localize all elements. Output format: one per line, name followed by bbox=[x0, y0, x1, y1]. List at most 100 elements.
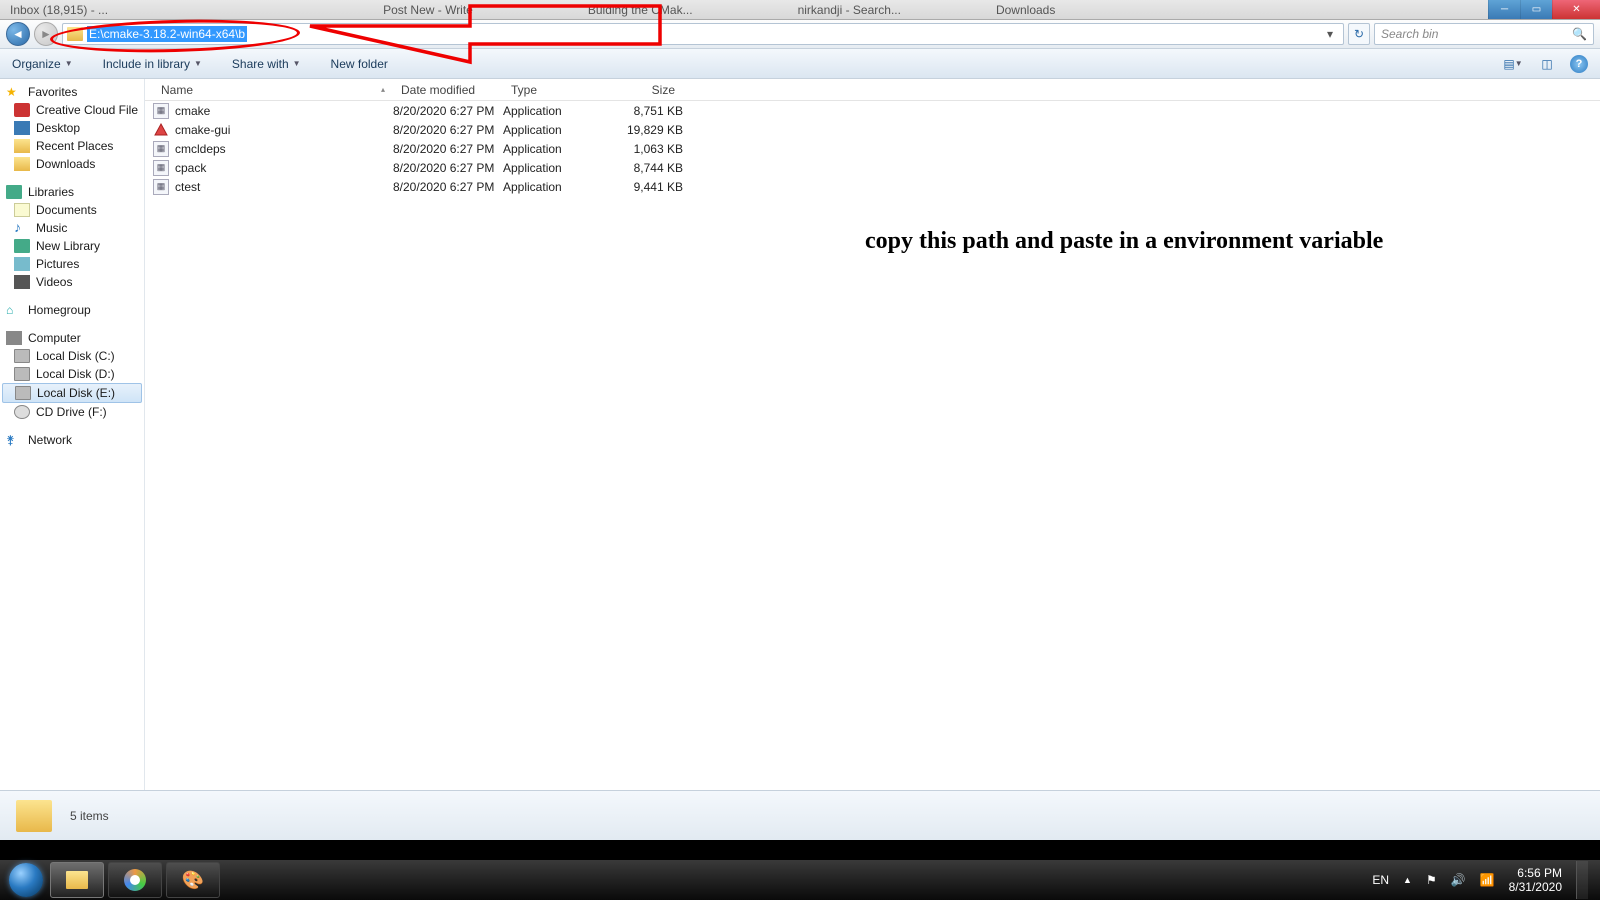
taskbar-chrome[interactable] bbox=[108, 862, 162, 898]
sidebar-item-recent-places[interactable]: Recent Places bbox=[0, 137, 144, 155]
preview-pane-button[interactable]: ◫ bbox=[1536, 54, 1558, 74]
start-button[interactable] bbox=[6, 860, 46, 900]
computer-icon bbox=[6, 331, 22, 345]
tray-show-hidden-icon[interactable]: ▲ bbox=[1403, 875, 1412, 885]
tray-volume-icon[interactable]: 🔊 bbox=[1451, 873, 1466, 887]
file-size: 1,063 KB bbox=[613, 142, 683, 156]
new-folder-button[interactable]: New folder bbox=[331, 57, 388, 71]
tray-language[interactable]: EN bbox=[1372, 873, 1389, 887]
creative-cloud-icon bbox=[14, 103, 30, 117]
tray-network-icon[interactable]: 📶 bbox=[1480, 873, 1495, 887]
bg-tab: Inbox (18,915) - ... bbox=[10, 3, 108, 17]
sidebar-item-new-library[interactable]: New Library bbox=[0, 237, 144, 255]
bg-tab: Post New - Write bbox=[383, 3, 473, 17]
sidebar-item-disk-d[interactable]: Local Disk (D:) bbox=[0, 365, 144, 383]
documents-icon bbox=[14, 203, 30, 217]
sidebar-item-documents[interactable]: Documents bbox=[0, 201, 144, 219]
show-desktop-button[interactable] bbox=[1576, 861, 1588, 899]
folder-icon bbox=[16, 800, 52, 832]
file-row[interactable]: ▦cmake8/20/2020 6:27 PMApplication8,751 … bbox=[145, 101, 1600, 120]
app-icon bbox=[153, 122, 169, 138]
file-type: Application bbox=[503, 161, 613, 175]
file-size: 9,441 KB bbox=[613, 180, 683, 194]
file-date: 8/20/2020 6:27 PM bbox=[393, 104, 503, 118]
file-row[interactable]: ▦cpack8/20/2020 6:27 PMApplication8,744 … bbox=[145, 158, 1600, 177]
file-date: 8/20/2020 6:27 PM bbox=[393, 180, 503, 194]
address-dropdown-icon[interactable]: ▾ bbox=[1321, 27, 1339, 41]
nav-bar: ◄ ► ▾ ↻ Search bin 🔍 bbox=[0, 20, 1600, 49]
chevron-down-icon: ▼ bbox=[293, 59, 301, 68]
sidebar-item-cd-drive[interactable]: CD Drive (F:) bbox=[0, 403, 144, 421]
sidebar-network[interactable]: ⚵Network bbox=[0, 431, 144, 449]
close-button[interactable]: ✕ bbox=[1552, 0, 1600, 19]
background-browser-tabs: Inbox (18,915) - ... Post New - Write Bu… bbox=[0, 0, 1600, 20]
sidebar-item-pictures[interactable]: Pictures bbox=[0, 255, 144, 273]
organize-menu[interactable]: Organize▼ bbox=[12, 57, 73, 71]
window-controls: ─ ▭ ✕ bbox=[1488, 0, 1600, 19]
app-icon: ▦ bbox=[153, 160, 169, 176]
folder-icon bbox=[67, 27, 83, 41]
minimize-button[interactable]: ─ bbox=[1488, 0, 1520, 19]
bg-tab: nirkandji - Search... bbox=[798, 3, 901, 17]
downloads-icon bbox=[14, 157, 30, 171]
back-button[interactable]: ◄ bbox=[6, 22, 30, 46]
chrome-icon bbox=[124, 869, 146, 891]
sidebar-item-disk-c[interactable]: Local Disk (C:) bbox=[0, 347, 144, 365]
file-size: 19,829 KB bbox=[613, 123, 683, 137]
tray-clock[interactable]: 6:56 PM 8/31/2020 bbox=[1509, 866, 1562, 895]
address-input[interactable] bbox=[87, 26, 247, 42]
recent-icon bbox=[14, 139, 30, 153]
network-icon: ⚵ bbox=[6, 433, 22, 447]
file-date: 8/20/2020 6:27 PM bbox=[393, 123, 503, 137]
column-size[interactable]: Size bbox=[613, 83, 683, 97]
address-bar[interactable]: ▾ bbox=[62, 23, 1344, 45]
chevron-down-icon: ▼ bbox=[65, 59, 73, 68]
library-icon bbox=[14, 239, 30, 253]
forward-button[interactable]: ► bbox=[34, 22, 58, 46]
column-headers: Name▴ Date modified Type Size bbox=[145, 79, 1600, 101]
refresh-button[interactable]: ↻ bbox=[1348, 23, 1370, 45]
system-tray: EN ▲ ⚑ 🔊 📶 6:56 PM 8/31/2020 bbox=[1372, 861, 1594, 899]
command-bar: Organize▼ Include in library▼ Share with… bbox=[0, 49, 1600, 79]
paint-icon: 🎨 bbox=[182, 870, 204, 891]
include-in-library-menu[interactable]: Include in library▼ bbox=[103, 57, 202, 71]
taskbar-explorer[interactable] bbox=[50, 862, 104, 898]
disk-icon bbox=[14, 367, 30, 381]
sidebar-computer[interactable]: Computer bbox=[0, 329, 144, 347]
file-date: 8/20/2020 6:27 PM bbox=[393, 142, 503, 156]
search-icon[interactable]: 🔍 bbox=[1572, 27, 1587, 41]
sidebar-item-downloads[interactable]: Downloads bbox=[0, 155, 144, 173]
sidebar-item-videos[interactable]: Videos bbox=[0, 273, 144, 291]
column-date[interactable]: Date modified bbox=[393, 83, 503, 97]
file-size: 8,744 KB bbox=[613, 161, 683, 175]
view-options-button[interactable]: ▤ ▼ bbox=[1502, 54, 1524, 74]
desktop-icon bbox=[14, 121, 30, 135]
sidebar-item-music[interactable]: ♪Music bbox=[0, 219, 144, 237]
search-placeholder: Search bin bbox=[1381, 27, 1438, 41]
sidebar-item-creative-cloud[interactable]: Creative Cloud File bbox=[0, 101, 144, 119]
file-row[interactable]: ▦cmcldeps8/20/2020 6:27 PMApplication1,0… bbox=[145, 139, 1600, 158]
taskbar-paint[interactable]: 🎨 bbox=[166, 862, 220, 898]
file-row[interactable]: cmake-gui8/20/2020 6:27 PMApplication19,… bbox=[145, 120, 1600, 139]
share-with-menu[interactable]: Share with▼ bbox=[232, 57, 301, 71]
sidebar-favorites[interactable]: ★Favorites bbox=[0, 83, 144, 101]
status-text: 5 items bbox=[70, 809, 109, 823]
file-name: cpack bbox=[175, 161, 206, 175]
file-type: Application bbox=[503, 123, 613, 137]
file-row[interactable]: ▦ctest8/20/2020 6:27 PMApplication9,441 … bbox=[145, 177, 1600, 196]
sidebar-homegroup[interactable]: ⌂Homegroup bbox=[0, 301, 144, 319]
tray-flag-icon[interactable]: ⚑ bbox=[1426, 873, 1437, 887]
search-box[interactable]: Search bin 🔍 bbox=[1374, 23, 1594, 45]
status-bar: 5 items bbox=[0, 790, 1600, 840]
maximize-button[interactable]: ▭ bbox=[1520, 0, 1552, 19]
star-icon: ★ bbox=[6, 85, 22, 99]
column-type[interactable]: Type bbox=[503, 83, 613, 97]
explorer-icon bbox=[66, 871, 88, 889]
sort-asc-icon: ▴ bbox=[381, 85, 385, 94]
sidebar-libraries[interactable]: Libraries bbox=[0, 183, 144, 201]
column-name[interactable]: Name▴ bbox=[153, 83, 393, 97]
annotation-text: copy this path and paste in a environmen… bbox=[865, 224, 1383, 259]
sidebar-item-disk-e[interactable]: Local Disk (E:) bbox=[2, 383, 142, 403]
sidebar-item-desktop[interactable]: Desktop bbox=[0, 119, 144, 137]
help-button[interactable]: ? bbox=[1570, 55, 1588, 73]
